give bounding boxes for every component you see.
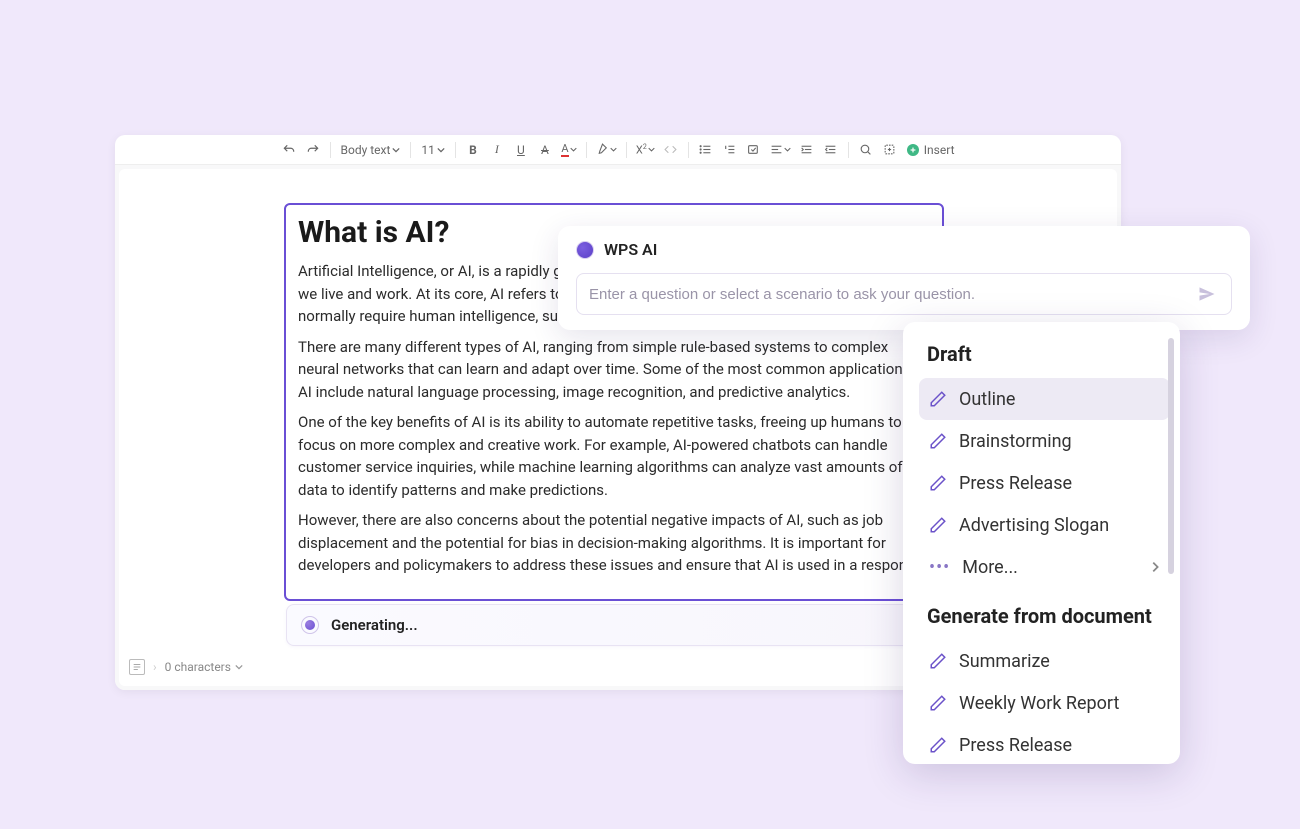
font-color-button[interactable]: A — [558, 139, 580, 161]
pencil-icon — [929, 694, 947, 712]
highlight-button[interactable] — [593, 139, 620, 161]
wps-ai-logo-icon — [576, 241, 594, 259]
generating-label: Generating... — [331, 616, 903, 634]
more-icon: ••• — [929, 557, 950, 578]
menu-item-more[interactable]: ••• More... — [919, 546, 1170, 588]
italic-button[interactable]: I — [486, 139, 508, 161]
redo-button[interactable] — [302, 139, 324, 161]
menu-item-label: Advertising Slogan — [959, 515, 1109, 536]
indent-button[interactable] — [796, 139, 818, 161]
menu-item-outline[interactable]: Outline — [919, 378, 1170, 420]
pencil-icon — [929, 516, 947, 534]
menu-item-press-release[interactable]: Press Release — [919, 462, 1170, 504]
paragraph-style-select[interactable]: Body text — [337, 139, 405, 161]
menu-item-label: Outline — [959, 389, 1015, 410]
pencil-icon — [929, 474, 947, 492]
menu-item-label: Press Release — [959, 735, 1072, 756]
search-button[interactable] — [855, 139, 877, 161]
bold-button[interactable]: B — [462, 139, 484, 161]
paragraph: One of the key benefits of AI is its abi… — [298, 411, 930, 501]
menu-item-summarize[interactable]: Summarize — [919, 640, 1170, 682]
code-button[interactable] — [660, 139, 682, 161]
numbered-list-button[interactable] — [719, 139, 741, 161]
outdent-button[interactable] — [820, 139, 842, 161]
menu-item-label: Brainstorming — [959, 431, 1072, 452]
generating-bar: Generating... Stop — [286, 604, 947, 646]
menu-item-label: Summarize — [959, 651, 1050, 672]
chevron-right-icon — [1150, 560, 1160, 574]
wps-ai-panel: WPS AI — [558, 226, 1250, 330]
toolbar: Body text 11 B I U A A X2 — [115, 135, 1121, 165]
paragraph: However, there are also concerns about t… — [298, 509, 930, 577]
menu-item-label: Press Release — [959, 473, 1072, 494]
menu-item-brainstorming[interactable]: Brainstorming — [919, 420, 1170, 462]
insert-label: Insert — [924, 143, 955, 157]
pencil-icon — [929, 432, 947, 450]
character-count[interactable]: 0 characters — [165, 660, 243, 674]
superscript-button[interactable]: X2 — [633, 139, 658, 161]
undo-button[interactable] — [278, 139, 300, 161]
menu-item-press-release-2[interactable]: Press Release — [919, 724, 1170, 764]
paragraph: There are many different types of AI, ra… — [298, 336, 930, 404]
menu-section-generate: Generate from document — [919, 604, 1170, 628]
menu-item-advertising-slogan[interactable]: Advertising Slogan — [919, 504, 1170, 546]
menu-section-draft: Draft — [919, 342, 1170, 366]
bullet-list-button[interactable] — [695, 139, 717, 161]
ai-question-input[interactable] — [589, 286, 1195, 303]
font-size-value: 11 — [421, 143, 435, 157]
checklist-button[interactable] — [743, 139, 765, 161]
generating-spinner-icon — [301, 616, 319, 634]
ai-panel-header: WPS AI — [576, 240, 1232, 259]
menu-item-weekly-work-report[interactable]: Weekly Work Report — [919, 682, 1170, 724]
pencil-icon — [929, 390, 947, 408]
ai-input-row — [576, 273, 1232, 315]
underline-button[interactable]: U — [510, 139, 532, 161]
add-button[interactable] — [879, 139, 901, 161]
style-label: Body text — [341, 143, 391, 157]
pencil-icon — [929, 652, 947, 670]
outline-icon[interactable] — [129, 659, 145, 675]
ai-scenarios-menu: Draft Outline Brainstorming Press Releas… — [903, 322, 1180, 764]
pencil-icon — [929, 736, 947, 754]
ai-panel-title: WPS AI — [604, 240, 657, 259]
font-size-select[interactable]: 11 — [417, 139, 449, 161]
strikethrough-button[interactable]: A — [534, 139, 556, 161]
alignment-button[interactable] — [767, 139, 794, 161]
menu-item-label: More... — [962, 557, 1018, 578]
send-button[interactable] — [1195, 282, 1219, 306]
insert-button[interactable]: Insert — [903, 139, 959, 161]
menu-item-label: Weekly Work Report — [959, 693, 1119, 714]
